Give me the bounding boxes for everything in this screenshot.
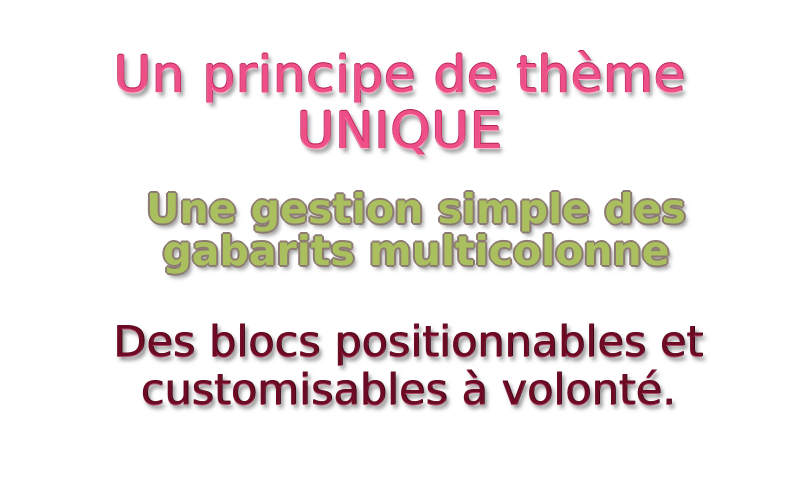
theme-principle-line-2: UNIQUE — [296, 102, 504, 161]
blocks-customization-line-1: Des blocs positionnables et — [113, 317, 703, 367]
theme-principle-line-1: Un principe de thème — [113, 46, 687, 105]
blocks-customization-line-2: customisables à volonté. — [140, 365, 676, 415]
layout-management-line-2: gabarits multicolonne — [162, 227, 670, 275]
blocks-customization-heading: Des blocs positionnables et customisable… — [8, 318, 800, 414]
layout-management-heading: Une gestion simple des gabarits multicol… — [16, 188, 800, 272]
theme-principle-heading: Un principe de thème UNIQUE — [0, 48, 800, 160]
layout-management-line-1: Une gestion simple des — [146, 185, 686, 233]
slide-canvas: Un principe de thème UNIQUE Une gestion … — [0, 0, 800, 500]
